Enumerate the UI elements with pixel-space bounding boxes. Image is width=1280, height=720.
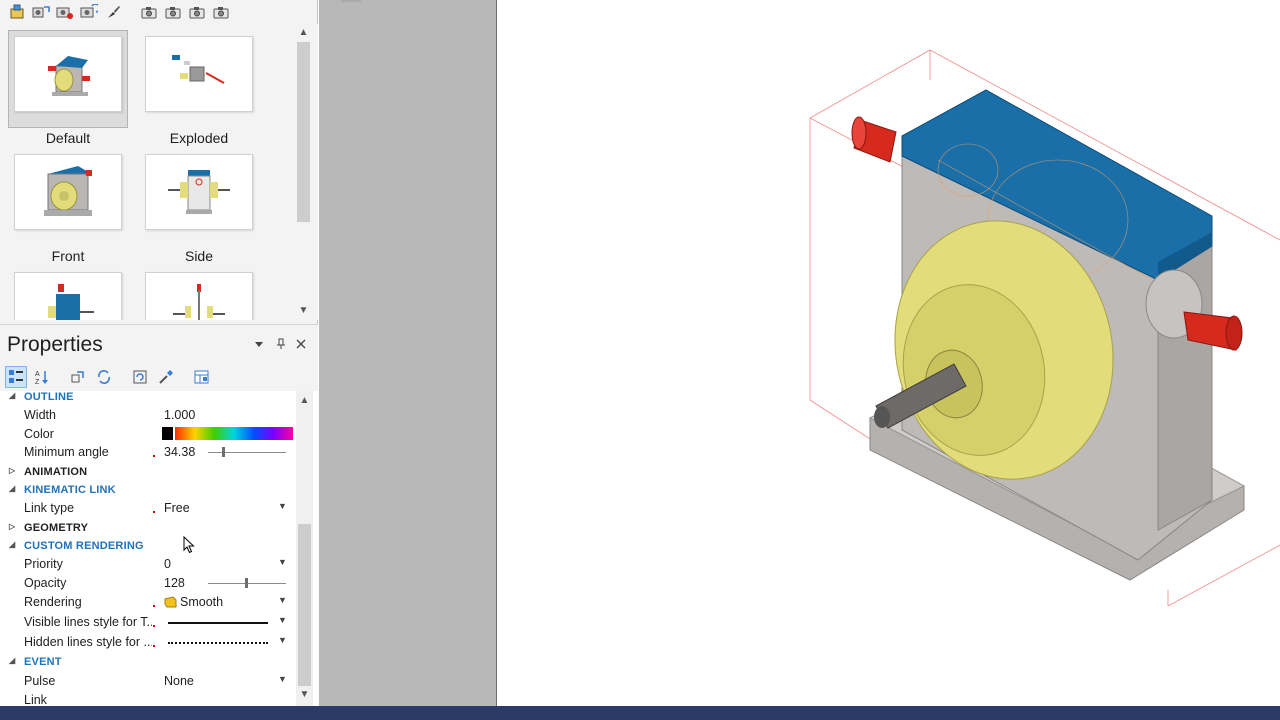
property-row-priority[interactable]: Priority 0 ▼ bbox=[0, 555, 296, 574]
views-toolbar bbox=[0, 0, 318, 24]
scrollbar-thumb[interactable] bbox=[298, 524, 311, 686]
scroll-down-icon[interactable]: ▼ bbox=[299, 689, 310, 700]
property-row-visible-lines-style[interactable]: Visible lines style for T... ▼ bbox=[0, 613, 296, 632]
category-animation[interactable]: ▷ ANIMATION bbox=[0, 463, 296, 482]
view-label: Side bbox=[184, 248, 214, 264]
chevron-down-icon[interactable]: ▼ bbox=[278, 501, 287, 511]
view-thumbnail bbox=[14, 154, 122, 230]
scrollbar-thumb[interactable] bbox=[297, 42, 310, 222]
scroll-up-icon[interactable]: ▲ bbox=[298, 28, 309, 38]
brush-icon[interactable] bbox=[102, 1, 124, 23]
property-row-minimum-angle[interactable]: Minimum angle 34.38 bbox=[0, 443, 296, 462]
property-row-link[interactable]: Link bbox=[0, 691, 296, 707]
view-top[interactable] bbox=[8, 264, 126, 320]
chevron-down-icon[interactable]: ▼ bbox=[278, 595, 287, 605]
status-bar bbox=[0, 706, 1280, 720]
view-label: Default bbox=[45, 130, 91, 146]
category-outline[interactable]: ◢ OUTLINE bbox=[0, 391, 296, 407]
close-icon[interactable] bbox=[294, 338, 308, 352]
property-grid: ◢ OUTLINE Width 1.000 Color Minimum angl… bbox=[0, 391, 296, 707]
view-thumbnail bbox=[145, 154, 253, 230]
svg-text:Z: Z bbox=[35, 379, 40, 385]
eyedropper-icon[interactable] bbox=[155, 366, 177, 388]
link-icon[interactable] bbox=[67, 366, 89, 388]
collapse-icon[interactable]: ◢ bbox=[9, 540, 15, 549]
categorized-icon[interactable] bbox=[5, 366, 27, 388]
sync-icon[interactable] bbox=[93, 366, 115, 388]
property-row-opacity[interactable]: Opacity 128 bbox=[0, 574, 296, 593]
view-thumbnail bbox=[14, 36, 122, 112]
camera-1-icon[interactable] bbox=[138, 1, 160, 23]
views-scrollbar[interactable]: ▲ ▼ bbox=[295, 24, 312, 320]
smooth-shading-icon bbox=[164, 596, 177, 608]
category-event[interactable]: ◢ EVENT bbox=[0, 653, 296, 672]
chevron-down-icon[interactable]: ▼ bbox=[278, 674, 287, 684]
chevron-down-icon[interactable]: ▼ bbox=[278, 557, 287, 567]
category-kinematic-link[interactable]: ◢ KINEMATIC LINK bbox=[0, 481, 296, 500]
scroll-down-icon[interactable]: ▼ bbox=[298, 306, 309, 316]
property-row-link-type[interactable]: Link type Free ▼ bbox=[0, 499, 296, 518]
chevron-down-icon[interactable]: ▼ bbox=[278, 635, 287, 645]
app-window: Default Exploded Front Side ▲ ▼ Properti… bbox=[0, 0, 1280, 720]
mouse-cursor-icon bbox=[183, 535, 195, 559]
view-thumbnail bbox=[145, 272, 253, 320]
panel-title: Properties bbox=[7, 333, 103, 356]
view-label: Exploded bbox=[169, 130, 229, 146]
color-spectrum[interactable] bbox=[175, 427, 293, 440]
chevron-down-icon[interactable]: ▼ bbox=[278, 615, 287, 625]
pin-icon[interactable] bbox=[274, 338, 288, 352]
view-side[interactable]: Side bbox=[139, 146, 257, 264]
view-default[interactable]: Default bbox=[8, 28, 128, 146]
camera-2-icon[interactable] bbox=[162, 1, 184, 23]
view-label: Front bbox=[51, 248, 85, 264]
view-back[interactable] bbox=[139, 264, 257, 320]
3d-viewport[interactable] bbox=[498, 0, 1280, 706]
dotted-line-style[interactable] bbox=[168, 642, 268, 644]
property-row-rendering[interactable]: Rendering Smooth ▼ bbox=[0, 593, 296, 612]
scroll-up-icon[interactable]: ▲ bbox=[299, 395, 310, 406]
camera-3-icon[interactable] bbox=[186, 1, 208, 23]
empty-panel-area bbox=[319, 0, 497, 706]
view-thumbnail bbox=[145, 36, 253, 112]
solid-line-style[interactable] bbox=[168, 622, 268, 624]
category-geometry[interactable]: ▷ GEOMETRY bbox=[0, 519, 296, 538]
svg-text:A: A bbox=[35, 371, 40, 378]
collapse-icon[interactable]: ◢ bbox=[9, 484, 15, 493]
left-panel: Default Exploded Front Side ▲ ▼ Properti… bbox=[0, 0, 318, 707]
properties-header: Properties bbox=[0, 325, 318, 363]
expand-icon[interactable]: ▷ bbox=[9, 522, 15, 531]
minimum-angle-slider[interactable] bbox=[222, 447, 225, 457]
expand-icon[interactable]: ▷ bbox=[9, 466, 15, 475]
dropdown-icon[interactable] bbox=[252, 338, 266, 352]
properties-panel: Properties AZ ◢ OUTLINE Width 1.000 Colo… bbox=[0, 324, 318, 707]
view-front[interactable]: Front bbox=[8, 146, 126, 264]
color-swatch[interactable] bbox=[162, 427, 173, 440]
view-thumbnail bbox=[14, 272, 122, 320]
property-row-pulse[interactable]: Pulse None ▼ bbox=[0, 672, 296, 691]
property-row-width[interactable]: Width 1.000 bbox=[0, 406, 296, 425]
property-row-color[interactable]: Color bbox=[0, 425, 296, 444]
rotate-icon[interactable] bbox=[129, 366, 151, 388]
refresh-views-icon[interactable] bbox=[78, 1, 100, 23]
update-view-icon[interactable] bbox=[30, 1, 52, 23]
views-gallery: Default Exploded Front Side bbox=[0, 24, 318, 320]
new-view-icon[interactable] bbox=[6, 1, 28, 23]
camera-4-icon[interactable] bbox=[210, 1, 232, 23]
gearbox-model[interactable] bbox=[498, 0, 1280, 706]
add-table-icon[interactable] bbox=[191, 366, 213, 388]
slider-track[interactable] bbox=[208, 452, 286, 453]
capture-view-icon[interactable] bbox=[54, 1, 76, 23]
collapse-icon[interactable]: ◢ bbox=[9, 656, 15, 665]
collapse-icon[interactable]: ◢ bbox=[9, 391, 15, 400]
properties-scrollbar[interactable]: ▲ ▼ bbox=[296, 391, 313, 707]
alphabetical-icon[interactable]: AZ bbox=[31, 366, 53, 388]
view-exploded[interactable]: Exploded bbox=[139, 28, 257, 146]
properties-toolbar: AZ bbox=[0, 363, 318, 391]
property-row-hidden-lines-style[interactable]: Hidden lines style for ... ▼ bbox=[0, 633, 296, 652]
category-custom-rendering[interactable]: ◢ CUSTOM RENDERING bbox=[0, 537, 296, 556]
opacity-slider[interactable] bbox=[245, 578, 248, 588]
